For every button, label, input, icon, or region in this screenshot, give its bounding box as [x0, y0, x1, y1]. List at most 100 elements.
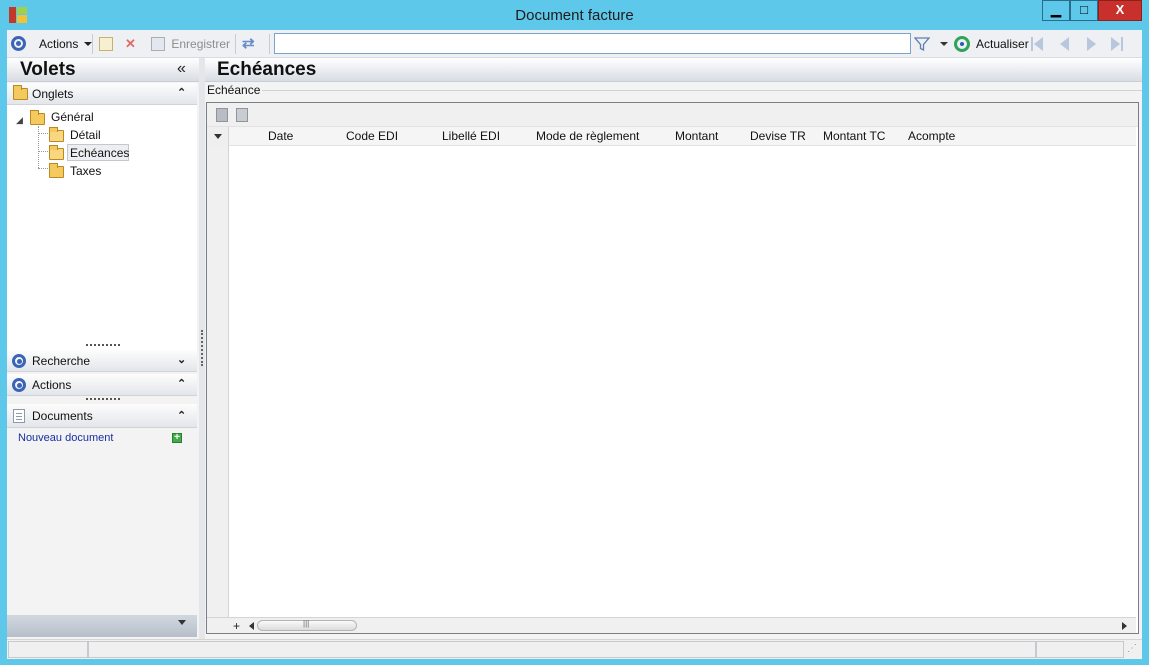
- recherche-label: Recherche: [32, 354, 91, 368]
- tree-item-echeances[interactable]: Echéances: [70, 146, 129, 160]
- onglets-label: Onglets: [32, 87, 74, 101]
- client-area: Actions ✕ Enregistrer ⇄ Actualiser Volet…: [7, 30, 1142, 659]
- recherche-section-header[interactable]: Recherche ⌄: [7, 350, 197, 372]
- tree-item-general[interactable]: Général: [51, 110, 94, 124]
- tree-item-detail[interactable]: Détail: [70, 128, 101, 142]
- chevron-up-icon[interactable]: ⌃: [177, 409, 186, 422]
- left-pane-title: Volets: [20, 59, 76, 80]
- left-pane-header: Volets «: [7, 58, 199, 82]
- left-pane-footer[interactable]: [7, 615, 197, 637]
- documents-label: Documents: [32, 409, 93, 423]
- chevron-up-icon[interactable]: ⌃: [177, 86, 186, 99]
- left-pane: Volets « Onglets ⌃ ◢ Général Détail Eché…: [7, 58, 199, 659]
- column-header-code-edi[interactable]: Code EDI: [346, 129, 398, 143]
- column-header-acompte[interactable]: Acompte: [908, 129, 955, 143]
- add-document-icon[interactable]: +: [172, 433, 182, 443]
- edit-row-icon[interactable]: [236, 108, 248, 122]
- collapse-pane-icon[interactable]: «: [177, 60, 186, 78]
- minimize-button[interactable]: ▁: [1042, 0, 1070, 21]
- search-input[interactable]: [274, 33, 911, 54]
- toolbar-separator: [92, 34, 93, 54]
- folder-icon: [30, 110, 45, 125]
- grid-toolbar: [207, 103, 1138, 127]
- new-row-icon[interactable]: [216, 108, 228, 122]
- maximize-button[interactable]: □: [1070, 0, 1098, 21]
- tree-item-taxes[interactable]: Taxes: [70, 164, 101, 178]
- refresh-icon[interactable]: [954, 36, 970, 52]
- page-title: Echéances: [217, 59, 317, 80]
- splitter-grip[interactable]: [201, 330, 203, 366]
- actions-label: Actions: [32, 378, 72, 392]
- toolbar-separator: [235, 34, 236, 54]
- chevron-down-icon[interactable]: ⌄: [177, 353, 186, 366]
- chevron-down-icon[interactable]: [178, 620, 186, 625]
- chevron-down-icon: [83, 42, 92, 46]
- folder-open-icon: [49, 145, 64, 160]
- section-resize-grip[interactable]: [86, 344, 120, 346]
- resize-grip-icon[interactable]: ⋰: [1127, 643, 1137, 654]
- first-record-icon[interactable]: [1034, 37, 1043, 51]
- group-box-label: Echéance: [207, 83, 263, 97]
- onglets-section-header[interactable]: Onglets ⌃: [7, 83, 197, 105]
- chevron-up-icon[interactable]: ⌃: [177, 377, 186, 390]
- section-resize-grip[interactable]: [86, 398, 120, 400]
- column-header-devise-tr[interactable]: Devise TR: [750, 129, 806, 143]
- last-record-bar: [1121, 37, 1123, 51]
- status-cell: [8, 641, 88, 658]
- column-header-libelle-edi[interactable]: Libellé EDI: [442, 129, 500, 143]
- filter-icon[interactable]: [914, 36, 930, 52]
- tree-connector: [38, 151, 48, 152]
- document-icon: [13, 409, 25, 423]
- tabs-tree: ◢ Général Détail Echéances Taxes: [7, 105, 197, 368]
- column-chooser-icon[interactable]: [207, 127, 229, 146]
- status-cell: [1036, 641, 1124, 658]
- previous-record-icon[interactable]: [1060, 37, 1069, 51]
- folder-icon: [13, 85, 28, 100]
- right-pane-header: Echéances: [205, 58, 1142, 82]
- actions-menu-label: Actions: [39, 37, 79, 51]
- search-ring-icon: [12, 354, 26, 368]
- scroll-right-icon[interactable]: [1122, 622, 1127, 630]
- close-button[interactable]: X: [1098, 0, 1142, 21]
- new-document-link[interactable]: Nouveau document: [18, 432, 113, 444]
- column-header-montant[interactable]: Montant: [675, 129, 718, 143]
- column-header-mode-reglement[interactable]: Mode de règlement: [536, 129, 639, 143]
- refresh-button[interactable]: Actualiser: [976, 35, 1029, 53]
- actions-ring-icon[interactable]: [11, 35, 26, 53]
- save-button[interactable]: Enregistrer: [151, 35, 230, 53]
- folder-icon: [49, 127, 64, 142]
- documents-section-header[interactable]: Documents ⌃: [7, 404, 197, 428]
- folder-icon: [49, 163, 64, 178]
- title-bar[interactable]: Document facture ▁ □ X: [0, 0, 1149, 30]
- status-cell: [88, 641, 1036, 658]
- tree-expander-icon[interactable]: ◢: [16, 115, 23, 126]
- last-record-icon[interactable]: [1111, 37, 1120, 51]
- add-row-button[interactable]: +: [233, 619, 240, 633]
- echeances-grid: Date Code EDI Libellé EDI Mode de règlem…: [206, 102, 1139, 634]
- group-box-line: [261, 90, 1142, 91]
- toolbar-separator: [269, 34, 270, 54]
- filter-dropdown-icon[interactable]: [940, 42, 948, 46]
- column-header-date[interactable]: Date: [268, 129, 293, 143]
- scroll-left-icon[interactable]: [249, 622, 254, 630]
- horizontal-scroll-thumb[interactable]: [257, 619, 357, 631]
- save-label: Enregistrer: [171, 37, 231, 51]
- grid-scrollbar-area: +: [207, 617, 1136, 633]
- next-record-icon[interactable]: [1087, 37, 1096, 51]
- right-pane: Echéances Echéance Date Code EDI Libellé…: [205, 58, 1142, 639]
- delete-record-icon[interactable]: ✕: [125, 35, 136, 53]
- actions-ring-icon: [12, 378, 26, 392]
- column-header-montant-tc[interactable]: Montant TC: [823, 129, 885, 143]
- tree-connector: [38, 133, 48, 134]
- sync-icon[interactable]: ⇄: [242, 35, 255, 53]
- first-record-bar: [1031, 37, 1033, 51]
- row-indicator-column: [207, 146, 229, 617]
- actions-section-header[interactable]: Actions ⌃: [7, 374, 197, 396]
- tree-connector: [38, 168, 48, 169]
- new-record-icon[interactable]: [99, 35, 113, 53]
- window-title: Document facture: [515, 7, 634, 24]
- actions-menu-button[interactable]: Actions: [39, 35, 92, 53]
- status-bar: ⋰: [7, 639, 1142, 659]
- app-window: Document facture ▁ □ X Actions ✕ Enregis…: [0, 0, 1149, 665]
- grid-header: Date Code EDI Libellé EDI Mode de règlem…: [207, 127, 1136, 146]
